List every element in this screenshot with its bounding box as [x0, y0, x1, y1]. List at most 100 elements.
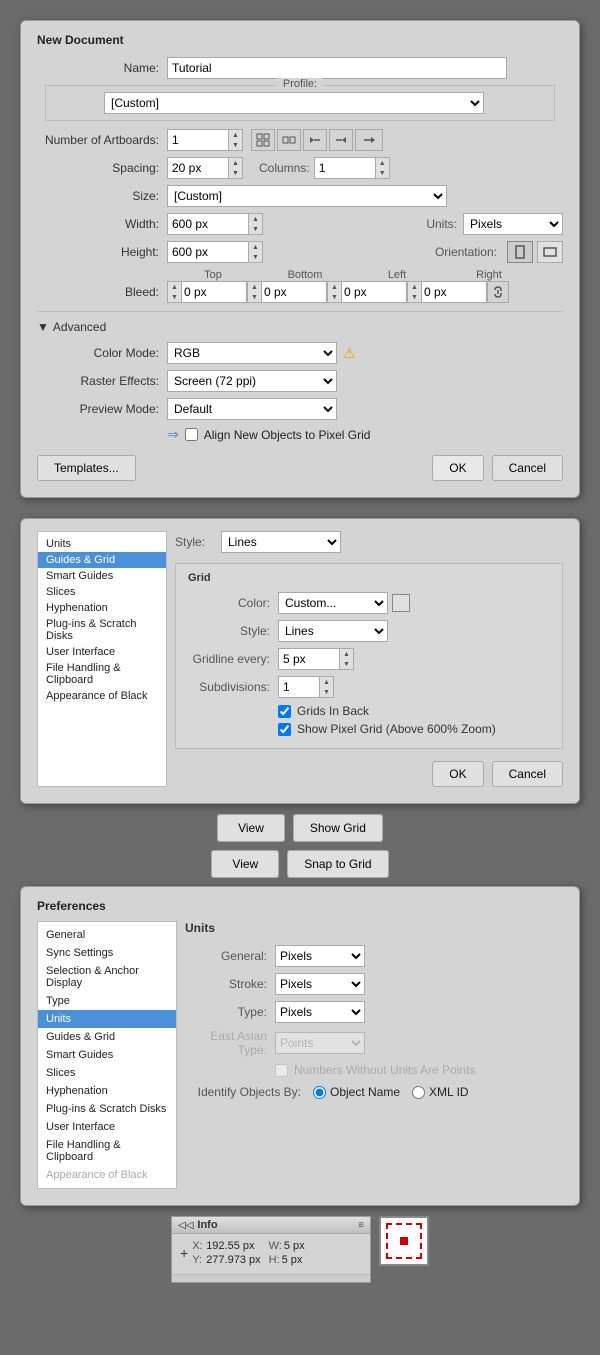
full-sidebar-guides-grid[interactable]: Guides & Grid	[38, 1028, 176, 1046]
bleed-bottom-down[interactable]: ▼	[248, 292, 261, 302]
arrange-right-icon[interactable]	[329, 129, 353, 151]
full-sidebar-sync[interactable]: Sync Settings	[38, 944, 176, 962]
sidebar-item-units[interactable]: Units	[38, 536, 166, 552]
chain-button[interactable]	[487, 281, 509, 303]
full-sidebar-ui[interactable]: User Interface	[38, 1118, 176, 1136]
units-general-select[interactable]: Pixels	[275, 945, 365, 967]
color-mode-select[interactable]: RGB	[167, 342, 337, 364]
grid-color-select[interactable]: Custom...	[278, 592, 388, 614]
spacing-up[interactable]: ▲	[229, 158, 242, 168]
artboards-value[interactable]	[168, 130, 228, 150]
bleed-left-spinner[interactable]: ▲ ▼	[327, 281, 407, 303]
advanced-toggle[interactable]: ▼ Advanced	[37, 320, 563, 334]
radio-object-name-input[interactable]	[313, 1086, 326, 1099]
subdivisions-value[interactable]	[279, 677, 319, 697]
units-type-select[interactable]: Pixels	[275, 1001, 365, 1023]
portrait-button[interactable]	[507, 241, 533, 263]
sidebar-item-plugins[interactable]: Plug-ins & Scratch Disks	[38, 616, 166, 644]
height-spinner[interactable]: ▲ ▼	[167, 241, 263, 263]
grid-style-select[interactable]: Lines	[278, 620, 388, 642]
bleed-right-up[interactable]: ▲	[408, 282, 421, 292]
full-sidebar-appearance[interactable]: Appearance of Black	[38, 1166, 176, 1184]
artboards-up[interactable]: ▲	[229, 130, 242, 140]
height-value[interactable]	[168, 242, 248, 262]
ok-button[interactable]: OK	[432, 455, 483, 481]
cancel-button[interactable]: Cancel	[492, 455, 563, 481]
full-sidebar-units[interactable]: Units	[38, 1010, 176, 1028]
arrange-next-icon[interactable]	[355, 129, 383, 151]
columns-down[interactable]: ▼	[376, 168, 389, 178]
full-sidebar-hyphenation[interactable]: Hyphenation	[38, 1082, 176, 1100]
bleed-top-down[interactable]: ▼	[168, 292, 181, 302]
subdivisions-up[interactable]: ▲	[320, 677, 333, 687]
spacing-down[interactable]: ▼	[229, 168, 242, 178]
snap-to-grid-button[interactable]: Snap to Grid	[287, 850, 388, 878]
gridline-spinner[interactable]: ▲ ▼	[278, 648, 354, 670]
full-sidebar-filehandling[interactable]: File Handling & Clipboard	[38, 1136, 176, 1166]
units-stroke-select[interactable]: Pixels	[275, 973, 365, 995]
units-east-asian-select[interactable]: Points	[275, 1032, 365, 1054]
sidebar-item-slices[interactable]: Slices	[38, 584, 166, 600]
bleed-top-up[interactable]: ▲	[168, 282, 181, 292]
view-button-2[interactable]: View	[211, 850, 279, 878]
artboards-down[interactable]: ▼	[229, 140, 242, 150]
gridline-value[interactable]	[279, 649, 339, 669]
bleed-right-down[interactable]: ▼	[408, 292, 421, 302]
bleed-left-value[interactable]	[342, 282, 397, 302]
width-up[interactable]: ▲	[249, 214, 262, 224]
subdivisions-spinner[interactable]: ▲ ▼	[278, 676, 334, 698]
size-select[interactable]: [Custom]	[167, 185, 447, 207]
full-sidebar-slices[interactable]: Slices	[38, 1064, 176, 1082]
width-value[interactable]	[168, 214, 248, 234]
sidebar-item-guides-grid[interactable]: Guides & Grid	[38, 552, 166, 568]
bleed-top-spinner[interactable]: ▲ ▼	[167, 281, 247, 303]
bleed-bottom-value[interactable]	[262, 282, 317, 302]
arrange-grid-icon[interactable]	[251, 129, 275, 151]
sidebar-item-ui[interactable]: User Interface	[38, 644, 166, 660]
view-button-1[interactable]: View	[217, 814, 285, 842]
numbers-checkbox[interactable]	[275, 1064, 288, 1077]
prefs-ok-button[interactable]: OK	[432, 761, 483, 787]
pixel-grid-checkbox2[interactable]	[278, 723, 291, 736]
bleed-left-down[interactable]: ▼	[328, 292, 341, 302]
arrange-row-icon[interactable]	[277, 129, 301, 151]
pixel-grid-checkbox[interactable]	[185, 428, 198, 441]
full-sidebar-type[interactable]: Type	[38, 992, 176, 1010]
templates-button[interactable]: Templates...	[37, 455, 136, 481]
height-up[interactable]: ▲	[249, 242, 262, 252]
columns-value[interactable]	[315, 158, 375, 178]
sidebar-item-appearance[interactable]: Appearance of Black	[38, 688, 166, 704]
width-spinner[interactable]: ▲ ▼	[167, 213, 263, 235]
bleed-left-up[interactable]: ▲	[328, 282, 341, 292]
spacing-value[interactable]	[168, 158, 228, 178]
grids-in-back-checkbox[interactable]	[278, 705, 291, 718]
preview-select[interactable]: Default	[167, 398, 337, 420]
bleed-bottom-up[interactable]: ▲	[248, 282, 261, 292]
subdivisions-down[interactable]: ▼	[320, 687, 333, 697]
raster-select[interactable]: Screen (72 ppi)	[167, 370, 337, 392]
bleed-top-value[interactable]	[182, 282, 237, 302]
prefs-cancel-button[interactable]: Cancel	[492, 761, 563, 787]
name-input[interactable]	[167, 57, 507, 79]
full-sidebar-general[interactable]: General	[38, 926, 176, 944]
sidebar-item-filehandling[interactable]: File Handling & Clipboard	[38, 660, 166, 688]
columns-spinner[interactable]: ▲ ▼	[314, 157, 390, 179]
height-down[interactable]: ▼	[249, 252, 262, 262]
sidebar-item-smart-guides[interactable]: Smart Guides	[38, 568, 166, 584]
full-sidebar-selection[interactable]: Selection & Anchor Display	[38, 962, 176, 992]
radio-xml-id[interactable]: XML ID	[412, 1085, 469, 1099]
info-collapse-icon[interactable]: ◁◁	[178, 1220, 193, 1231]
full-sidebar-smart-guides[interactable]: Smart Guides	[38, 1046, 176, 1064]
bleed-right-spinner[interactable]: ▲ ▼	[407, 281, 487, 303]
bleed-bottom-spinner[interactable]: ▲ ▼	[247, 281, 327, 303]
artboards-spinner[interactable]: ▲ ▼	[167, 129, 243, 151]
radio-xml-id-input[interactable]	[412, 1086, 425, 1099]
gridline-up[interactable]: ▲	[340, 649, 353, 659]
arrange-left-icon[interactable]	[303, 129, 327, 151]
spacing-spinner[interactable]: ▲ ▼	[167, 157, 243, 179]
radio-object-name[interactable]: Object Name	[313, 1085, 400, 1099]
profile-select[interactable]: [Custom]	[104, 92, 484, 114]
full-sidebar-plugins[interactable]: Plug-ins & Scratch Disks	[38, 1100, 176, 1118]
bleed-right-value[interactable]	[422, 282, 477, 302]
columns-up[interactable]: ▲	[376, 158, 389, 168]
